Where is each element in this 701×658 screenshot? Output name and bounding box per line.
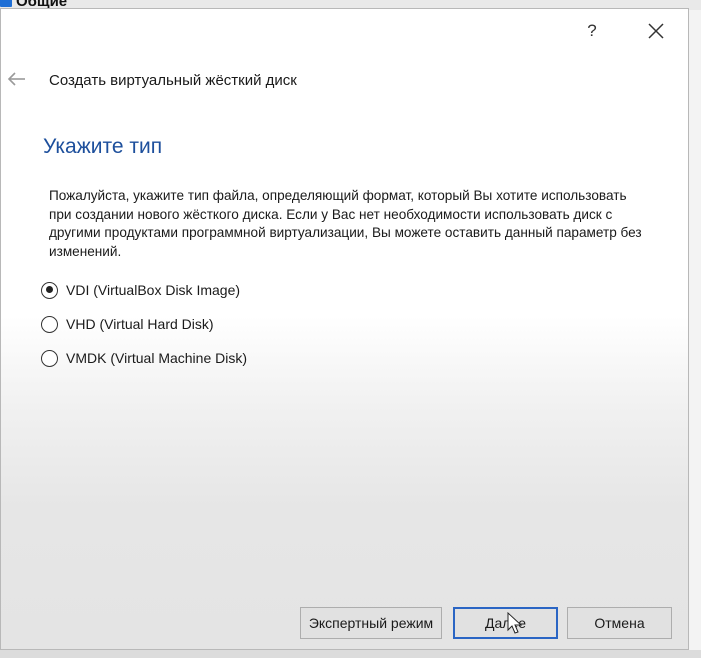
option-vmdk-label: VMDK (Virtual Machine Disk) <box>66 350 248 366</box>
radio-vhd[interactable] <box>41 315 58 333</box>
help-button[interactable]: ? <box>577 18 607 44</box>
radio-vmdk[interactable] <box>41 349 58 367</box>
next-button[interactable]: Далее <box>453 607 558 639</box>
background-window-bottom <box>0 650 701 658</box>
option-vdi-label: VDI (VirtualBox Disk Image) <box>66 282 241 298</box>
expert-mode-button[interactable]: Экспертный режим <box>300 607 442 639</box>
option-vmdk[interactable]: VMDK (Virtual Machine Disk) <box>41 347 247 369</box>
create-virtual-disk-dialog: ? Создать виртуальный жёсткий диск Укажи… <box>0 8 689 650</box>
wizard-title: Создать виртуальный жёсткий диск <box>49 72 297 89</box>
mouse-cursor-icon <box>507 612 523 634</box>
title-bar: ? <box>1 9 688 53</box>
description-text: Пожалуйста, укажите тип файла, определяю… <box>49 188 642 259</box>
close-button[interactable] <box>641 18 671 44</box>
radio-vdi[interactable] <box>41 281 58 299</box>
close-icon <box>648 23 664 39</box>
page-heading: Укажите тип <box>43 135 163 158</box>
cancel-button[interactable]: Отмена <box>567 607 672 639</box>
back-button[interactable] <box>5 69 29 89</box>
window-icon <box>0 0 12 7</box>
back-arrow-icon <box>7 72 25 86</box>
background-window-edge <box>689 10 701 650</box>
option-vdi[interactable]: VDI (VirtualBox Disk Image) <box>41 279 240 301</box>
option-vhd[interactable]: VHD (Virtual Hard Disk) <box>41 313 214 335</box>
option-vhd-label: VHD (Virtual Hard Disk) <box>66 316 214 332</box>
